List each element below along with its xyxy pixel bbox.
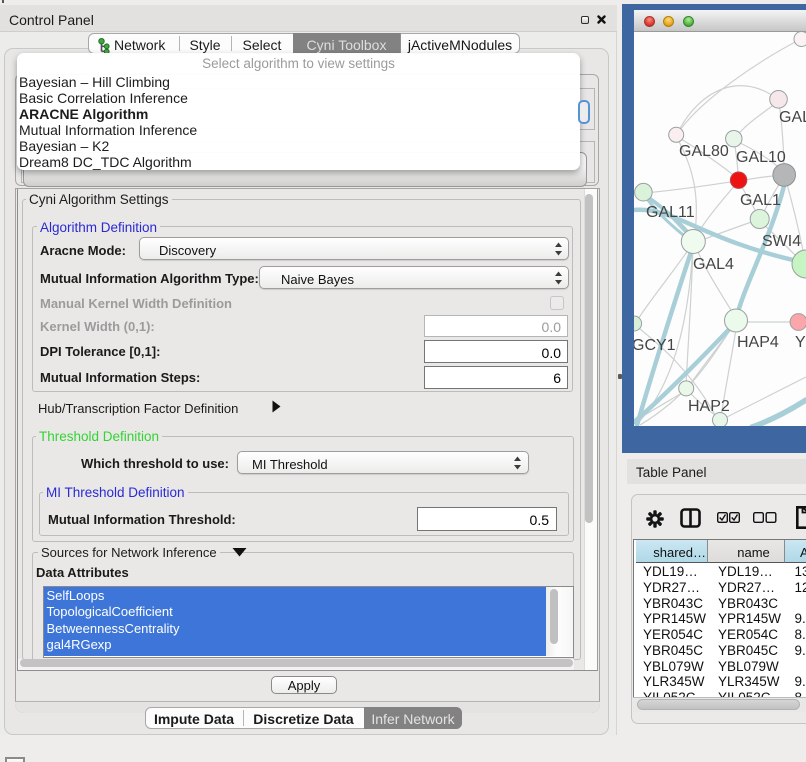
svg-text:GCY1: GCY1 [634,337,676,354]
svg-text:YM: YM [795,334,806,351]
svg-text:GAL10: GAL10 [736,149,786,166]
svg-text:HAP4: HAP4 [737,334,779,351]
svg-text:GAL1: GAL1 [740,192,781,209]
svg-text:GAL7: GAL7 [779,109,806,126]
svg-text:GAL4: GAL4 [693,256,734,273]
svg-text:GAL11: GAL11 [646,204,695,221]
svg-text:SWI4: SWI4 [762,233,801,250]
svg-text:GAL80: GAL80 [679,143,729,160]
svg-text:HAP2: HAP2 [688,398,730,415]
